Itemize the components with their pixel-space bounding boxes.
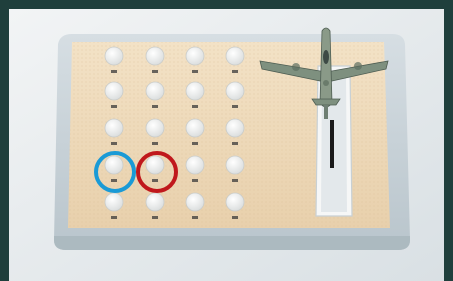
peg-symbol — [152, 105, 158, 108]
peg-symbol — [192, 105, 198, 108]
peg-symbol — [111, 70, 117, 73]
peg-symbol — [232, 179, 238, 182]
peg — [185, 81, 205, 101]
peg-symbol — [232, 105, 238, 108]
peg-symbol — [111, 142, 117, 145]
peg — [225, 155, 245, 175]
peg-symbol — [152, 142, 158, 145]
peg — [145, 46, 165, 66]
peg — [225, 81, 245, 101]
photo-scene — [0, 0, 453, 281]
peg-symbol — [232, 70, 238, 73]
peg — [185, 118, 205, 138]
peg-symbol — [232, 216, 238, 219]
peg-symbol — [192, 142, 198, 145]
slot-marker — [330, 120, 334, 168]
peg-symbol — [152, 70, 158, 73]
peg — [225, 46, 245, 66]
peg — [225, 192, 245, 212]
base-plate-edge — [54, 236, 410, 250]
peg — [104, 118, 124, 138]
peg-symbol — [152, 179, 158, 182]
peg-symbol — [192, 70, 198, 73]
peg — [145, 81, 165, 101]
peg-symbol — [111, 179, 117, 182]
peg — [145, 155, 165, 175]
peg — [104, 192, 124, 212]
peg — [225, 118, 245, 138]
peg-symbol — [192, 216, 198, 219]
peg-symbol — [111, 216, 117, 219]
peg — [185, 155, 205, 175]
peg — [104, 155, 124, 175]
game-board-photo — [0, 0, 453, 281]
peg-symbol — [232, 142, 238, 145]
peg — [104, 46, 124, 66]
peg — [185, 192, 205, 212]
peg — [104, 81, 124, 101]
peg — [185, 46, 205, 66]
peg — [145, 118, 165, 138]
peg-symbol — [111, 105, 117, 108]
peg-symbol — [192, 179, 198, 182]
peg-symbol — [152, 216, 158, 219]
peg — [145, 192, 165, 212]
